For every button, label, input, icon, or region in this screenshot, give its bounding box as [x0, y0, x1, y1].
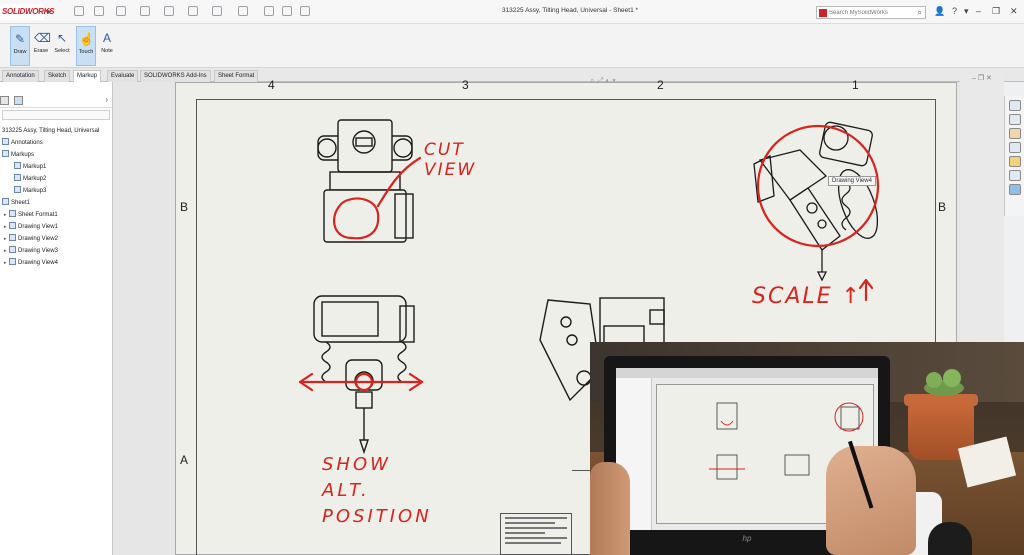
- view1-left-lobe: [317, 138, 337, 158]
- view4-bolt2: [817, 219, 827, 229]
- markup-note-cut-view[interactable]: CUT VIEW: [424, 140, 476, 180]
- view2-motor-face: [321, 301, 379, 337]
- resources-icon[interactable]: [1009, 100, 1021, 111]
- markup-position-text: POSITION: [322, 506, 432, 527]
- view2-side-plate: [399, 305, 415, 343]
- view2-collet: [355, 391, 373, 409]
- file-explorer-icon[interactable]: [1009, 128, 1021, 139]
- view4-tip: [816, 271, 828, 282]
- computer-mouse: [928, 522, 972, 555]
- graphics-window-controls[interactable]: – ❐ ✕: [972, 74, 992, 82]
- view4-bolt1: [806, 202, 818, 214]
- view3-bolt2: [566, 334, 578, 346]
- title-block: [500, 513, 572, 555]
- appearances-icon[interactable]: [1009, 156, 1021, 167]
- view2-spring-left: [321, 341, 331, 383]
- task-pane-tabs: [1004, 96, 1024, 216]
- view-palette-icon[interactable]: [1009, 142, 1021, 153]
- custom-properties-icon[interactable]: [1009, 170, 1021, 181]
- view3-port: [649, 309, 665, 325]
- view2-spring-right: [397, 341, 407, 383]
- view4-side: [753, 154, 775, 203]
- view2-tool-tip: [359, 439, 369, 455]
- markup-note-show-alt[interactable]: SHOW ALT. POSITION: [322, 452, 432, 530]
- markup-alt-text: ALT.: [322, 480, 370, 501]
- drawing-view-tooltip: Drawing View4: [828, 176, 876, 186]
- design-library-icon[interactable]: [1009, 114, 1021, 125]
- view3-bolt3: [576, 370, 592, 386]
- view3-motor: [599, 297, 665, 347]
- markup-note-scale[interactable]: SCALE ↑: [752, 284, 862, 309]
- markup-view-text: VIEW: [424, 160, 477, 180]
- markup-show-text: SHOW: [322, 454, 391, 475]
- markup-cut-text: CUT: [424, 140, 465, 160]
- view4-arm: [789, 187, 841, 251]
- view1-right-lobe: [393, 138, 413, 158]
- solidworks-forum-icon[interactable]: [1009, 184, 1021, 195]
- markup-scale-circle: [756, 124, 880, 248]
- hp-logo-icon: hp: [742, 534, 752, 543]
- inset-photo: hp: [590, 342, 1024, 555]
- screen-toolbar: [616, 368, 878, 378]
- view2-motor: [313, 295, 407, 343]
- left-hand: [590, 462, 630, 555]
- drawing-view1: [317, 119, 414, 243]
- solidworks-window: SOLIDWORKS ▸ 313225 Assy, Tilting Head, …: [0, 0, 1024, 555]
- view1-body: [323, 189, 407, 243]
- succulent-plant: [924, 369, 964, 396]
- view3-bolt1: [560, 316, 572, 328]
